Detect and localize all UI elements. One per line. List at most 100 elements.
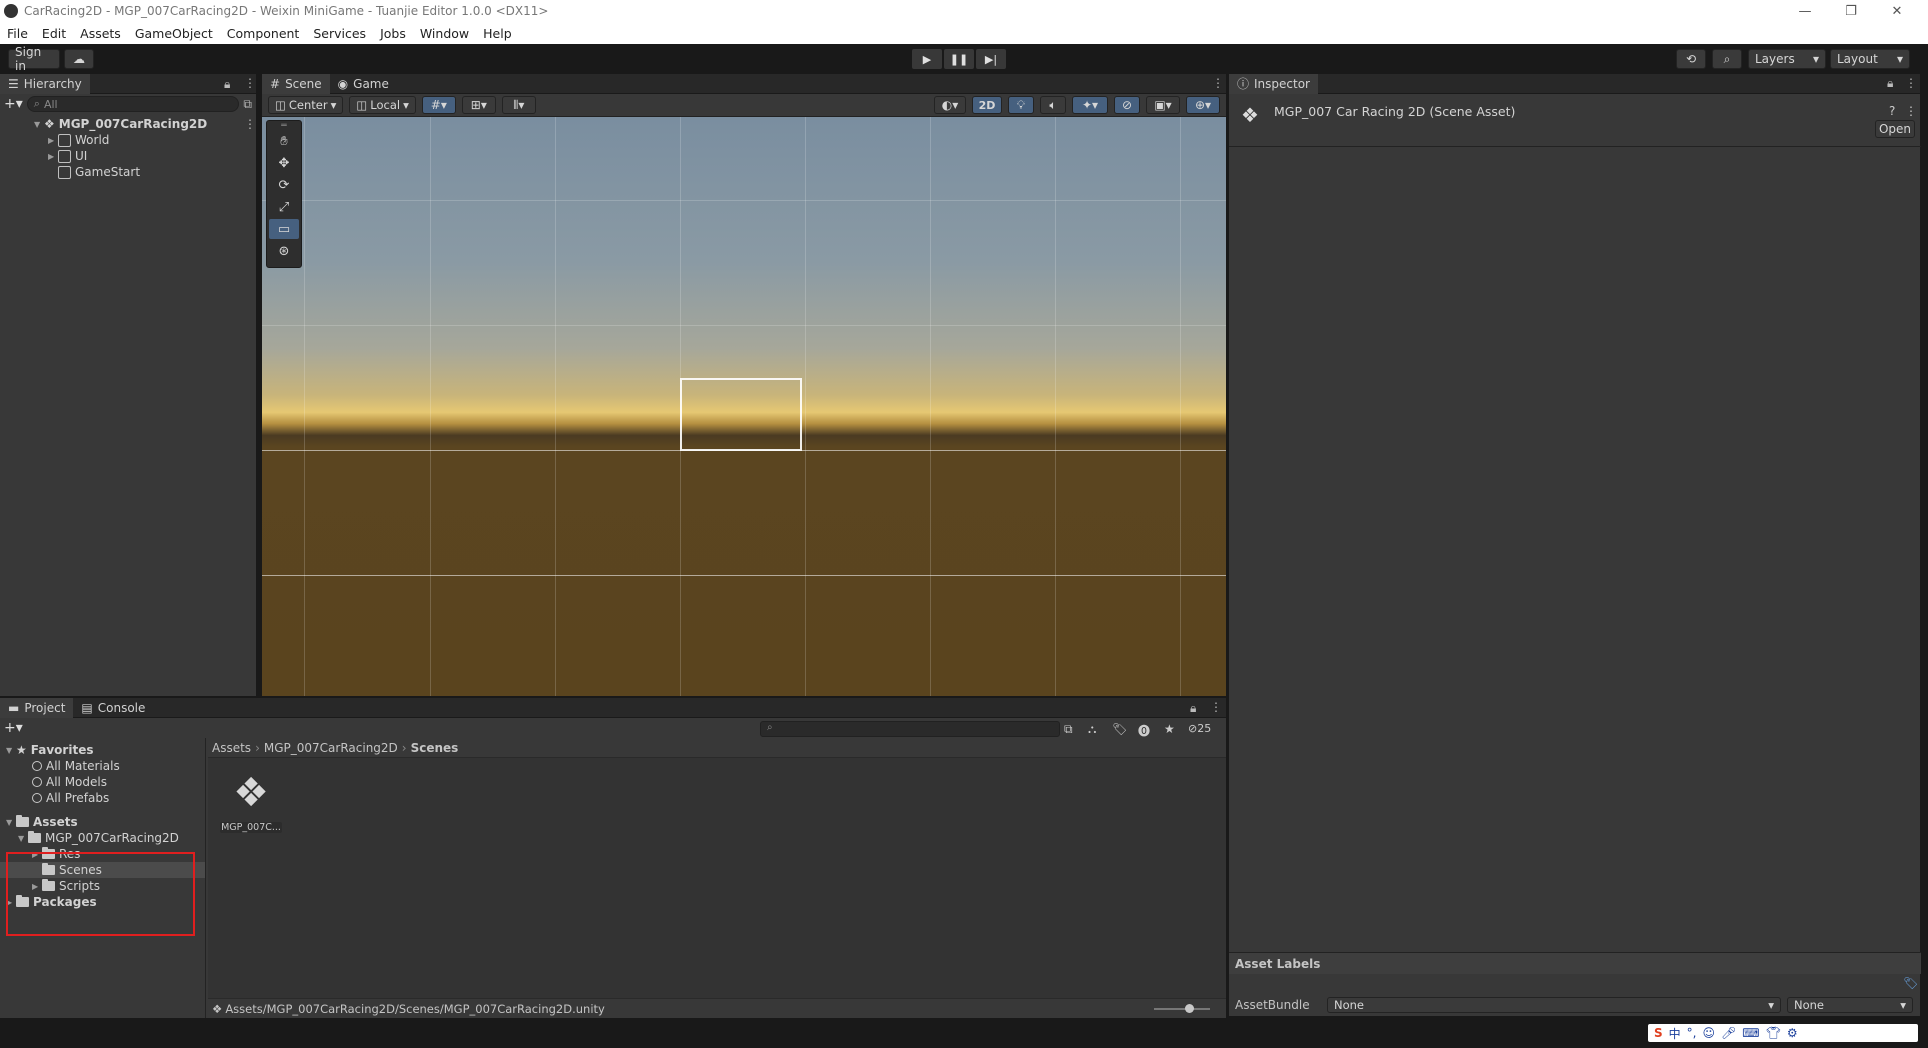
filter-by-label-icon[interactable]: 🏷︎ xyxy=(1112,722,1127,736)
pivot-dropdown[interactable]: ◫ Center ▾ xyxy=(268,96,344,114)
sign-in-button[interactable]: Sign in xyxy=(8,45,60,73)
tree-item-gamestart[interactable]: GameStart xyxy=(36,164,256,180)
space-dropdown[interactable]: ◫ Local ▾ xyxy=(349,96,416,114)
drag-handle-icon[interactable]: ═ xyxy=(269,121,299,131)
open-button[interactable]: Open xyxy=(1875,120,1915,138)
close-button[interactable]: ✕ xyxy=(1874,0,1920,22)
assetbundle-dropdown[interactable]: None ▾ xyxy=(1327,997,1781,1013)
tree-folder-root[interactable]: ▼ MGP_007CarRacing2D xyxy=(0,830,205,846)
expand-arrow-icon[interactable]: ▼ xyxy=(6,818,16,827)
help-icon[interactable]: ? xyxy=(1889,104,1895,118)
more-options-icon[interactable]: ⋮ xyxy=(1905,76,1917,90)
fav-all-prefabs[interactable]: All Prefabs xyxy=(0,790,205,806)
zoom-slider-thumb[interactable] xyxy=(1185,1004,1194,1013)
hidden-packages-count[interactable]: ⊘25 xyxy=(1188,722,1211,735)
tree-scene-root[interactable]: ▼ ❖ MGP_007CarRacing2D ⋮ xyxy=(34,116,256,132)
more-options-icon[interactable]: ⋮ xyxy=(244,76,256,90)
tab-project[interactable]: ▬ Project xyxy=(0,697,74,718)
increment-snap-icon[interactable]: ⫴▾ xyxy=(501,96,536,114)
search-icon[interactable]: ⌕ xyxy=(1712,49,1742,69)
more-options-icon[interactable]: ⋮ xyxy=(244,117,256,131)
lock-icon[interactable]: 🔒︎ xyxy=(1190,701,1196,716)
menu-file[interactable]: File xyxy=(0,26,35,41)
minimize-button[interactable]: — xyxy=(1782,0,1828,22)
camera-icon[interactable]: ▣▾ xyxy=(1146,96,1180,114)
expand-arrow-icon[interactable]: ▶ xyxy=(48,152,58,161)
add-icon[interactable]: +▾ xyxy=(4,96,23,112)
transform-tool-icon[interactable]: ⊛ xyxy=(269,241,299,261)
menu-help[interactable]: Help xyxy=(476,26,519,41)
ime-toolbar[interactable]: S 中 °, ☺ 🎤︎ ⌨ 👕︎ ⚙ xyxy=(1648,1024,1918,1042)
menu-gameobject[interactable]: GameObject xyxy=(128,26,220,41)
menu-component[interactable]: Component xyxy=(220,26,307,41)
lock-icon[interactable]: 🔒︎ xyxy=(1887,76,1893,91)
expand-arrow-icon[interactable]: ▼ xyxy=(6,746,16,755)
filter-by-type-icon[interactable]: ⛬ xyxy=(1088,722,1096,737)
fav-all-models[interactable]: All Models xyxy=(0,774,205,790)
step-button[interactable]: ▶| xyxy=(976,49,1006,69)
variant-dropdown[interactable]: None ▾ xyxy=(1787,997,1913,1013)
audio-icon[interactable]: 🔈︎ xyxy=(1040,96,1066,114)
scene-visibility-icon[interactable]: ⧉ xyxy=(243,97,252,112)
chinese-mode-icon: 中 xyxy=(1668,1026,1681,1041)
tree-assets[interactable]: ▼ Assets xyxy=(0,814,205,830)
layout-dropdown[interactable]: Layout ▾ xyxy=(1830,49,1910,69)
breadcrumb-scenes[interactable]: Scenes xyxy=(411,741,459,755)
2d-mode-toggle[interactable]: 2D xyxy=(972,96,1002,114)
expand-arrow-icon[interactable]: ▼ xyxy=(34,120,44,129)
gizmos-icon[interactable]: ⊕▾ xyxy=(1186,96,1220,114)
scene-viewport[interactable] xyxy=(262,117,1226,696)
rect-tool-icon[interactable]: ▭ xyxy=(269,219,299,239)
zoom-slider[interactable] xyxy=(1154,1008,1210,1010)
hidden-objects-icon[interactable]: ⊘ xyxy=(1114,96,1140,114)
tag-icon[interactable]: 🏷︎ xyxy=(1903,976,1918,990)
star-icon[interactable]: ★ xyxy=(1164,722,1175,736)
breadcrumb-assets[interactable]: Assets xyxy=(212,741,251,755)
menu-assets[interactable]: Assets xyxy=(73,26,128,41)
hierarchy-search-input[interactable]: ⌕ All xyxy=(26,96,240,112)
menu-services[interactable]: Services xyxy=(306,26,373,41)
tree-item-world[interactable]: ▶ World xyxy=(36,132,256,148)
hand-tool-icon[interactable]: ✋︎ xyxy=(269,131,299,151)
asset-tile-scene[interactable]: ❖ MGP_007C... xyxy=(220,768,282,836)
scale-tool-icon[interactable]: ⤢ xyxy=(269,197,299,217)
menu-jobs[interactable]: Jobs xyxy=(373,26,413,41)
effects-icon[interactable]: ✦▾ xyxy=(1072,96,1108,114)
move-tool-icon[interactable]: ✥ xyxy=(269,153,299,173)
more-options-icon[interactable]: ⋮ xyxy=(1210,700,1222,714)
project-search-input[interactable]: ⌕ xyxy=(760,721,1060,737)
tab-game[interactable]: ◉ Game xyxy=(330,74,397,94)
grid-icon[interactable]: ⊞▾ xyxy=(461,96,496,114)
history-icon[interactable]: ⟲ xyxy=(1676,49,1706,69)
lock-icon[interactable]: 🔒︎ xyxy=(224,77,230,92)
add-icon[interactable]: +▾ xyxy=(4,720,23,736)
camera-bounds-rect[interactable] xyxy=(680,378,802,451)
grid-snap-toggle[interactable]: #▾ xyxy=(421,96,456,114)
cloud-icon[interactable]: ☁ xyxy=(64,49,94,69)
tab-hierarchy[interactable]: ☰ Hierarchy xyxy=(0,73,90,94)
expand-arrow-icon[interactable]: ▼ xyxy=(18,834,28,843)
more-options-icon[interactable]: ⋮ xyxy=(1212,76,1224,90)
lighting-icon[interactable]: 💡︎ xyxy=(1008,96,1034,114)
warning-icon[interactable]: ⓿ xyxy=(1138,722,1150,739)
play-button[interactable]: ▶ xyxy=(912,49,942,69)
asset-labels-header[interactable]: Asset Labels xyxy=(1229,952,1921,974)
menu-window[interactable]: Window xyxy=(413,26,476,41)
pause-button[interactable]: ❚❚ xyxy=(944,49,974,69)
search-by-type-icon[interactable]: ⧉ xyxy=(1064,722,1073,737)
menu-edit[interactable]: Edit xyxy=(35,26,73,41)
layers-dropdown[interactable]: Layers ▾ xyxy=(1748,49,1826,69)
tree-item-ui[interactable]: ▶ UI xyxy=(36,148,256,164)
tree-favorites[interactable]: ▼ ★ Favorites xyxy=(0,742,205,758)
breadcrumb-folder[interactable]: MGP_007CarRacing2D xyxy=(264,741,398,755)
tab-inspector[interactable]: ⓘ Inspector xyxy=(1229,73,1318,94)
restore-button[interactable]: ❐ xyxy=(1828,0,1874,22)
expand-arrow-icon[interactable]: ▶ xyxy=(48,136,58,145)
tab-console[interactable]: ▤ Console xyxy=(73,698,153,718)
fav-all-materials[interactable]: All Materials xyxy=(0,758,205,774)
more-options-icon[interactable]: ⋮ xyxy=(1905,104,1917,118)
rotate-tool-icon[interactable]: ⟳ xyxy=(269,175,299,195)
shading-mode-icon[interactable]: ◐▾ xyxy=(934,96,966,114)
chevron-down-icon: ▾ xyxy=(1768,998,1774,1012)
tab-scene[interactable]: # Scene xyxy=(262,73,330,94)
